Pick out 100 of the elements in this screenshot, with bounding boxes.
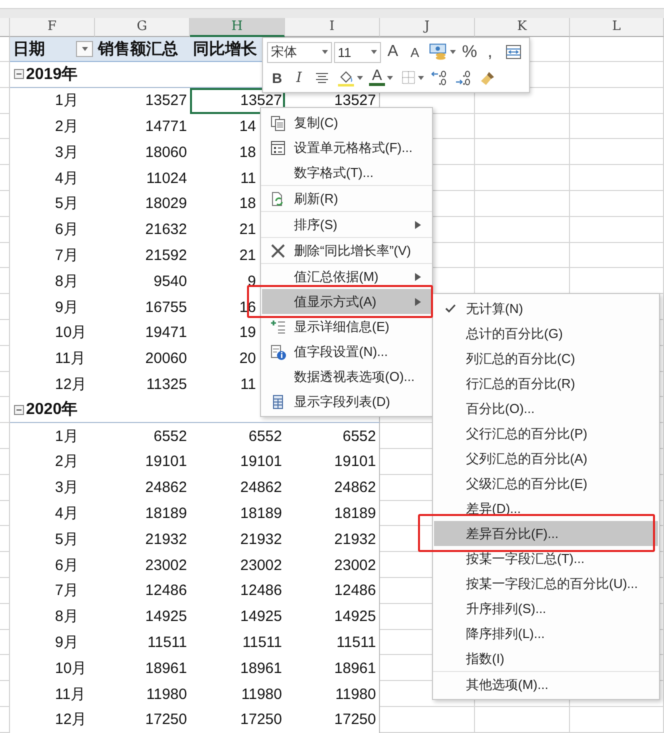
row-header-cell[interactable] xyxy=(0,190,10,217)
table-cell: 18961 xyxy=(285,655,380,682)
menu-item[interactable]: 指数(I) xyxy=(434,646,658,671)
select-all-corner[interactable] xyxy=(0,18,10,37)
menu-item[interactable]: 升序排列(S)... xyxy=(434,596,658,621)
row-header-cell[interactable] xyxy=(0,423,10,449)
row-header-cell[interactable] xyxy=(0,706,10,733)
details-icon xyxy=(270,318,286,334)
row-header-cell[interactable] xyxy=(0,139,10,166)
row-label-cell-text: 5月 xyxy=(54,530,80,550)
font-color-button[interactable]: A xyxy=(367,66,395,89)
dropdown-icon xyxy=(82,47,88,51)
row-header-cell[interactable] xyxy=(0,62,10,88)
bold-button[interactable]: B xyxy=(267,66,287,89)
row-header-cell[interactable] xyxy=(0,88,10,114)
row-header-cell[interactable] xyxy=(0,526,10,552)
table-cell-text: 14 xyxy=(238,116,257,137)
menu-item[interactable]: 父级汇总的百分比(E) xyxy=(434,471,658,496)
table-cell-text: 18060 xyxy=(144,142,188,163)
format-button[interactable]: , xyxy=(481,41,499,64)
row-header-cell[interactable] xyxy=(0,114,10,140)
menu-item[interactable]: 数据透视表选项(O)... xyxy=(262,364,431,389)
filter-dropdown-button[interactable] xyxy=(76,41,93,57)
menu-item[interactable]: 降序排列(L)... xyxy=(434,621,658,646)
menu-item[interactable]: 值显示方式(A) xyxy=(262,289,431,314)
collapse-icon[interactable] xyxy=(14,404,24,415)
increase-font-button[interactable]: A xyxy=(382,41,403,64)
year-label: 2019年 xyxy=(26,64,78,85)
row-header-cell[interactable] xyxy=(0,294,10,320)
menu-item[interactable]: 其他选项(M)... xyxy=(434,672,658,697)
menu-item[interactable]: 父行汇总的百分比(P) xyxy=(434,421,658,446)
table-cell: 19101 xyxy=(285,448,380,475)
menu-item[interactable]: 按某一字段汇总的百分比(U)... xyxy=(434,571,658,596)
menu-item[interactable]: 排序(S) xyxy=(262,212,431,237)
menu-item[interactable]: 行汇总的百分比(R) xyxy=(434,371,658,396)
money-icon xyxy=(428,43,448,62)
menu-item[interactable]: 父列汇总的百分比(A) xyxy=(434,446,658,471)
format-button[interactable]: % xyxy=(460,41,479,64)
table-cell-text: 6552 xyxy=(152,426,188,447)
caret-icon xyxy=(370,50,377,54)
table-cell-text: 17250 xyxy=(144,710,188,730)
table-cell-text: 18189 xyxy=(144,504,188,524)
collapse-icon[interactable] xyxy=(14,69,24,80)
row-header-cell[interactable] xyxy=(0,268,10,294)
menu-item[interactable]: 百分比(O)... xyxy=(434,396,658,421)
row-header-cell[interactable] xyxy=(0,372,10,398)
menu-item[interactable]: 显示字段列表(D) xyxy=(262,389,431,414)
copy-icon xyxy=(270,114,286,130)
field-settings-icon xyxy=(270,344,286,360)
menu-item[interactable]: 值汇总依据(M) xyxy=(262,264,431,289)
menu-item[interactable]: 差异百分比(F)... xyxy=(434,521,658,546)
row-label-cell-text: 5月 xyxy=(54,194,80,214)
menu-item[interactable]: 总计的百分比(G) xyxy=(434,321,658,346)
column-header[interactable]: G xyxy=(95,18,190,37)
font-name-field[interactable]: 宋体 xyxy=(267,42,332,63)
table-cell-text: 9540 xyxy=(152,272,188,292)
row-header-cell[interactable] xyxy=(0,242,10,268)
menu-item[interactable]: 删除“同比增长率”(V) xyxy=(262,238,431,263)
row-header-cell[interactable] xyxy=(0,320,10,346)
table-cell: 11980 xyxy=(285,681,380,707)
row-header-cell[interactable] xyxy=(0,681,10,707)
row-header-cell[interactable] xyxy=(0,346,10,372)
menu-item[interactable]: 数字格式(T)... xyxy=(262,160,431,185)
decrease-font-button[interactable]: A xyxy=(404,41,425,64)
row-label-cell-text: 6月 xyxy=(54,220,80,240)
increase-decimal-icon xyxy=(431,70,449,86)
column-header[interactable]: J xyxy=(380,18,475,37)
column-header[interactable]: F xyxy=(10,18,95,37)
row-header-cell[interactable] xyxy=(0,448,10,475)
row-header-cell[interactable] xyxy=(0,604,10,630)
column-header[interactable]: H xyxy=(190,18,285,37)
column-header[interactable]: K xyxy=(475,18,570,37)
menu-item[interactable]: 值字段设置(N)... xyxy=(262,339,431,364)
menu-item[interactable]: 按某一字段汇总(T)... xyxy=(434,546,658,571)
row-header-cell[interactable] xyxy=(0,655,10,682)
table-cell-text: 19471 xyxy=(144,323,188,344)
row-header-cell[interactable] xyxy=(0,216,10,243)
row-header-cell[interactable] xyxy=(0,397,10,424)
row-header-cell[interactable] xyxy=(0,165,10,191)
row-label-cell-text: 7月 xyxy=(54,581,80,602)
italic-button[interactable]: I xyxy=(289,66,309,89)
menu-item[interactable]: 显示详细信息(E) xyxy=(262,314,431,339)
table-cell: 11511 xyxy=(285,630,380,656)
table-cell-text: 18961 xyxy=(239,658,283,679)
header-text: 日期 xyxy=(13,40,45,60)
table-cell-text: 11511 xyxy=(146,632,188,653)
row-header-cell[interactable] xyxy=(0,630,10,656)
menu-item[interactable]: 刷新(R) xyxy=(262,186,431,211)
row-header-cell[interactable] xyxy=(0,552,10,578)
menu-item[interactable]: 设置单元格格式(F)... xyxy=(262,135,431,160)
table-cell: 6552 xyxy=(285,423,380,449)
menu-item[interactable]: 无计算(N) xyxy=(434,296,658,321)
menu-item[interactable]: 列汇总的百分比(C) xyxy=(434,346,658,371)
column-header[interactable]: L xyxy=(570,18,664,37)
decrease-decimal-icon xyxy=(455,70,473,86)
row-header-cell[interactable] xyxy=(0,500,10,526)
row-header-cell[interactable] xyxy=(0,578,10,604)
column-header[interactable]: I xyxy=(285,18,380,37)
row-header-cell[interactable] xyxy=(0,474,10,501)
font-size-field[interactable]: 11 xyxy=(334,42,381,63)
